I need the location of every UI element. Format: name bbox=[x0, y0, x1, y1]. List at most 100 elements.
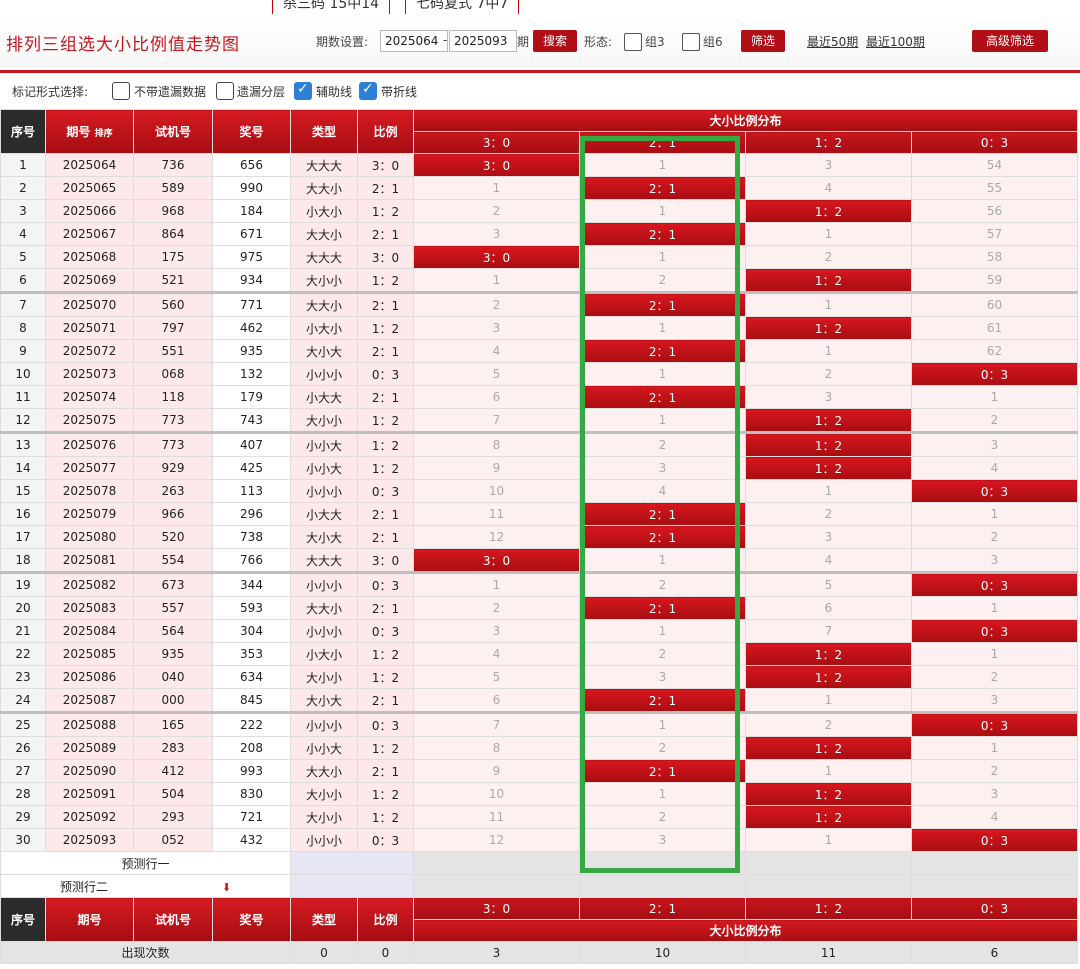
row-type: 大小小 bbox=[290, 408, 358, 433]
row-test-number: 773 bbox=[133, 431, 213, 457]
footer-col-0-3: 0：3 bbox=[911, 897, 1078, 920]
footer-col-1-2: 1：2 bbox=[745, 897, 912, 920]
row-test-number: 797 bbox=[133, 316, 213, 340]
group3-label: 组3 bbox=[645, 35, 665, 49]
aux-line-label: 辅助线 bbox=[316, 85, 353, 99]
aux-line-checkbox[interactable] bbox=[294, 81, 312, 100]
table-row: 15 2025078 263 113 小小小 0：3 10 4 1 0：3 bbox=[0, 479, 1078, 503]
row-prize-number: 425 bbox=[212, 456, 291, 480]
row-index: 21 bbox=[0, 619, 46, 643]
missing-count-cell: 4 bbox=[413, 642, 580, 666]
footer-prize: 奖号 bbox=[212, 897, 291, 942]
dist-col-2-1: 2：1 bbox=[579, 131, 746, 154]
count-3-0: 3 bbox=[413, 941, 580, 964]
missing-count-cell: 61 bbox=[911, 316, 1078, 340]
count-1-2: 11 bbox=[745, 941, 912, 964]
row-index: 9 bbox=[0, 339, 46, 363]
sort-label[interactable]: 排序 bbox=[95, 129, 113, 139]
row-test-number: 935 bbox=[133, 642, 213, 666]
predict-row-1-cell[interactable] bbox=[290, 851, 414, 875]
row-index: 24 bbox=[0, 688, 46, 713]
row-prize-number: 766 bbox=[212, 548, 291, 573]
missing-count-cell: 8 bbox=[413, 736, 580, 760]
footer-period: 期号 bbox=[45, 897, 134, 942]
ratio-hit-cell: 0：3 bbox=[911, 619, 1078, 643]
filter-button[interactable]: 筛选 bbox=[741, 30, 785, 52]
missing-count-cell: 7 bbox=[413, 408, 580, 433]
col-header-test: 试机号 bbox=[133, 109, 213, 154]
missing-count-cell: 10 bbox=[413, 782, 580, 806]
predict-cell[interactable] bbox=[579, 874, 746, 898]
missing-count-cell: 3 bbox=[745, 385, 912, 409]
missing-count-cell: 2 bbox=[745, 502, 912, 526]
missing-count-cell: 1 bbox=[745, 222, 912, 246]
row-prize-number: 179 bbox=[212, 385, 291, 409]
row-period: 2025091 bbox=[45, 782, 134, 806]
polyline-checkbox[interactable] bbox=[359, 81, 377, 100]
missing-count-cell: 1 bbox=[413, 176, 580, 200]
recent50-link[interactable]: 最近50期 bbox=[807, 33, 858, 50]
top-tab-strip: 杀三码 15中14 七码复式 7中7 bbox=[0, 0, 1080, 14]
toolbar: 排列三组选大小比例值走势图 期数设置: 2025064 - 2025093 期 … bbox=[0, 16, 1080, 68]
search-button[interactable]: 搜索 bbox=[533, 30, 577, 52]
missing-count-cell: 2 bbox=[911, 408, 1078, 433]
top-tab-kill3[interactable]: 杀三码 15中14 bbox=[272, 0, 391, 14]
col-header-index: 序号 bbox=[0, 109, 46, 154]
predict-cell[interactable] bbox=[911, 874, 1078, 898]
predict-row-2: 预测行二 ⬇ bbox=[0, 874, 1078, 898]
predict-cell[interactable] bbox=[911, 851, 1078, 875]
period-from-input[interactable]: 2025064 bbox=[380, 30, 448, 52]
row-ratio: 0：3 bbox=[357, 479, 414, 503]
predict-cell[interactable] bbox=[745, 874, 912, 898]
row-ratio: 1：2 bbox=[357, 408, 414, 433]
row-period: 2025075 bbox=[45, 408, 134, 433]
table-row: 8 2025071 797 462 小大小 1：2 3 1 1：2 61 bbox=[0, 316, 1078, 340]
row-test-number: 052 bbox=[133, 828, 213, 852]
ratio-hit-cell: 2：1 bbox=[579, 596, 746, 620]
top-tab-seven-code[interactable]: 七码复式 7中7 bbox=[405, 0, 520, 14]
advanced-filter-button[interactable]: 高级筛选 bbox=[972, 30, 1048, 52]
recent100-link[interactable]: 最近100期 bbox=[866, 33, 925, 50]
predict-cell[interactable] bbox=[413, 851, 580, 875]
ratio-hit-cell: 0：3 bbox=[911, 711, 1078, 737]
ratio-hit-cell: 1：2 bbox=[745, 665, 912, 689]
group3-checkbox[interactable] bbox=[624, 33, 642, 51]
row-test-number: 520 bbox=[133, 525, 213, 549]
row-test-number: 968 bbox=[133, 199, 213, 223]
predict-cell[interactable] bbox=[745, 851, 912, 875]
period-to-input[interactable]: 2025093 bbox=[449, 30, 517, 52]
missing-count-cell: 2 bbox=[579, 268, 746, 293]
row-ratio: 2：1 bbox=[357, 759, 414, 783]
footer-type: 类型 bbox=[290, 897, 358, 942]
row-period: 2025079 bbox=[45, 502, 134, 526]
missing-count-cell: 1 bbox=[745, 759, 912, 783]
missing-count-cell: 6 bbox=[745, 596, 912, 620]
row-period: 2025070 bbox=[45, 291, 134, 317]
row-prize-number: 184 bbox=[212, 199, 291, 223]
missing-count-cell: 1 bbox=[911, 642, 1078, 666]
predict-cell[interactable] bbox=[579, 851, 746, 875]
period-unit: 期 bbox=[517, 35, 530, 49]
missing-count-cell: 1 bbox=[579, 362, 746, 386]
predict-cell[interactable] bbox=[413, 874, 580, 898]
predict-row-2-cell[interactable] bbox=[290, 874, 414, 898]
row-index: 15 bbox=[0, 479, 46, 503]
row-type: 小大大 bbox=[290, 385, 358, 409]
ratio-hit-cell: 3：0 bbox=[413, 548, 580, 573]
missing-layer-checkbox[interactable] bbox=[216, 82, 234, 100]
col-header-period[interactable]: 期号 排序 bbox=[45, 109, 134, 154]
no-missing-checkbox[interactable] bbox=[112, 82, 130, 100]
row-test-number: 736 bbox=[133, 153, 213, 177]
ratio-hit-cell: 1：2 bbox=[745, 431, 912, 457]
ratio-hit-cell: 0：3 bbox=[911, 828, 1078, 852]
missing-count-cell: 3 bbox=[413, 222, 580, 246]
missing-count-cell: 2 bbox=[579, 736, 746, 760]
row-type: 小小小 bbox=[290, 571, 358, 597]
group6-checkbox[interactable] bbox=[682, 33, 700, 51]
ratio-hit-cell: 1：2 bbox=[745, 199, 912, 223]
row-prize-number: 304 bbox=[212, 619, 291, 643]
row-prize-number: 743 bbox=[212, 408, 291, 433]
row-index: 4 bbox=[0, 222, 46, 246]
col-header-type: 类型 bbox=[290, 109, 358, 154]
missing-count-cell: 2 bbox=[745, 362, 912, 386]
